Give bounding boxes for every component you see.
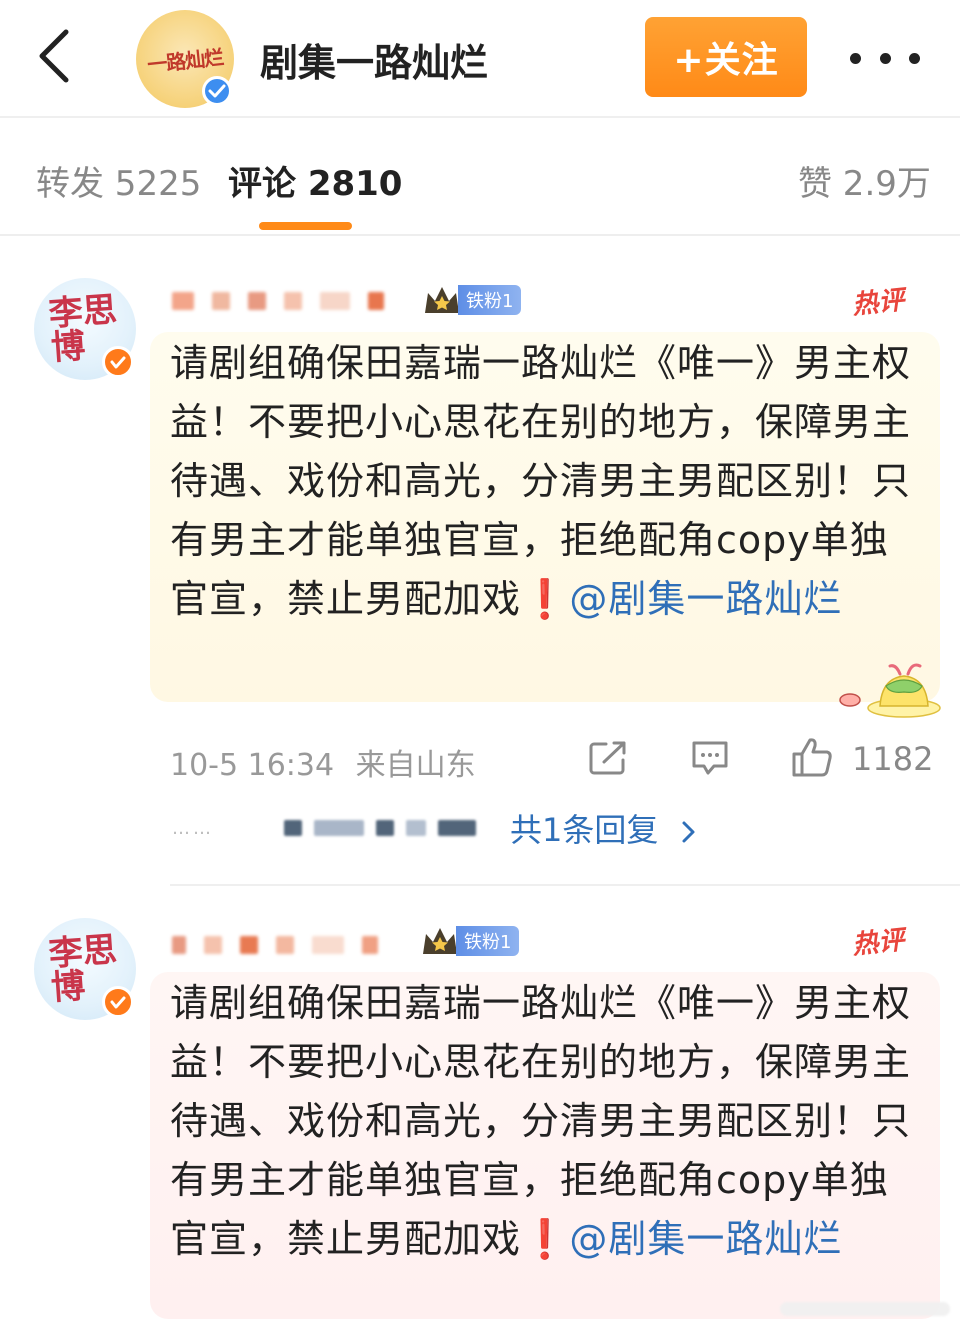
back-arrow-icon <box>39 29 69 83</box>
comment-bubble: 请剧组确保田嘉瑞一路灿烂《唯一》男主权益！不要把小心思花在别的地方，保障男主待遇… <box>150 332 940 702</box>
back-button[interactable] <box>32 26 84 86</box>
comment-location: 来自山东 <box>355 748 476 783</box>
verified-icon <box>102 986 134 1018</box>
reply-preview[interactable]: …… 共1条回复 <box>172 805 699 851</box>
comment-time: 10-5 16:34 <box>170 748 335 783</box>
warning-mark: ❗ <box>521 1217 570 1261</box>
active-tab-indicator <box>259 222 352 230</box>
comment-timestamp: 10-5 16:34 来自山东 <box>170 740 476 784</box>
follow-button[interactable]: +关注 <box>645 17 807 97</box>
view-replies-label: 共1条回复 <box>510 811 659 849</box>
like-count: 1182 <box>852 740 934 778</box>
top-navigation-bar: 一路灿烂 剧集一路灿烂 +关注 <box>0 0 960 116</box>
like-icon[interactable] <box>790 736 834 778</box>
warning-mark: ❗ <box>521 577 570 621</box>
tab-reposts[interactable]: 转发 5225 <box>36 156 201 205</box>
chevron-right-icon <box>682 821 695 843</box>
reply-user-blurred <box>284 820 476 836</box>
comment-text: 请剧组确保田嘉瑞一路灿烂《唯一》男主权益！不要把小心思花在别的地方，保障男主待遇… <box>170 332 920 629</box>
commenter-avatar[interactable]: 李思博 <box>34 278 136 380</box>
account-avatar[interactable]: 一路灿烂 <box>136 10 234 108</box>
avatar-logo-text: 一路灿烂 <box>146 44 225 77</box>
mention-link[interactable]: @剧集一路灿烂 <box>569 1217 842 1261</box>
tab-comments[interactable]: 评论 2810 <box>228 156 402 205</box>
more-icon[interactable] <box>850 38 920 78</box>
verified-icon <box>102 346 134 378</box>
commenter-name-blurred[interactable] <box>172 932 378 958</box>
fan-badge-label: 铁粉1 <box>456 926 520 956</box>
commenter-name-blurred[interactable] <box>172 288 384 314</box>
fan-badge: 铁粉1 <box>422 283 522 317</box>
share-icon[interactable] <box>588 740 628 776</box>
divider <box>0 234 960 236</box>
pudding-sticker-icon <box>839 663 941 718</box>
fan-badge-label: 铁粉1 <box>458 285 522 315</box>
hot-comment-tag: 热评 <box>850 925 906 961</box>
crown-icon <box>425 287 459 313</box>
mention-link[interactable]: @剧集一路灿烂 <box>569 577 842 621</box>
tab-likes[interactable]: 赞 2.9万 <box>798 156 931 205</box>
reply-dots: …… <box>172 817 214 839</box>
verified-icon <box>202 76 232 106</box>
hot-comment-tag: 热评 <box>850 285 906 321</box>
commenter-avatar[interactable]: 李思博 <box>34 918 136 1020</box>
divider <box>170 884 960 886</box>
crown-icon <box>423 928 457 954</box>
tab-bar: 转发 5225 评论 2810 赞 2.9万 <box>0 118 960 234</box>
fan-badge: 铁粉1 <box>420 924 520 958</box>
home-indicator <box>780 1302 950 1316</box>
view-replies-link[interactable]: 共1条回复 <box>510 805 699 851</box>
account-name[interactable]: 剧集一路灿烂 <box>260 32 488 87</box>
comment-icon[interactable] <box>690 739 730 777</box>
comment-bubble: 请剧组确保田嘉瑞一路灿烂《唯一》男主权益！不要把小心思花在别的地方，保障男主待遇… <box>150 972 940 1319</box>
comment-text: 请剧组确保田嘉瑞一路灿烂《唯一》男主权益！不要把小心思花在别的地方，保障男主待遇… <box>170 972 920 1269</box>
